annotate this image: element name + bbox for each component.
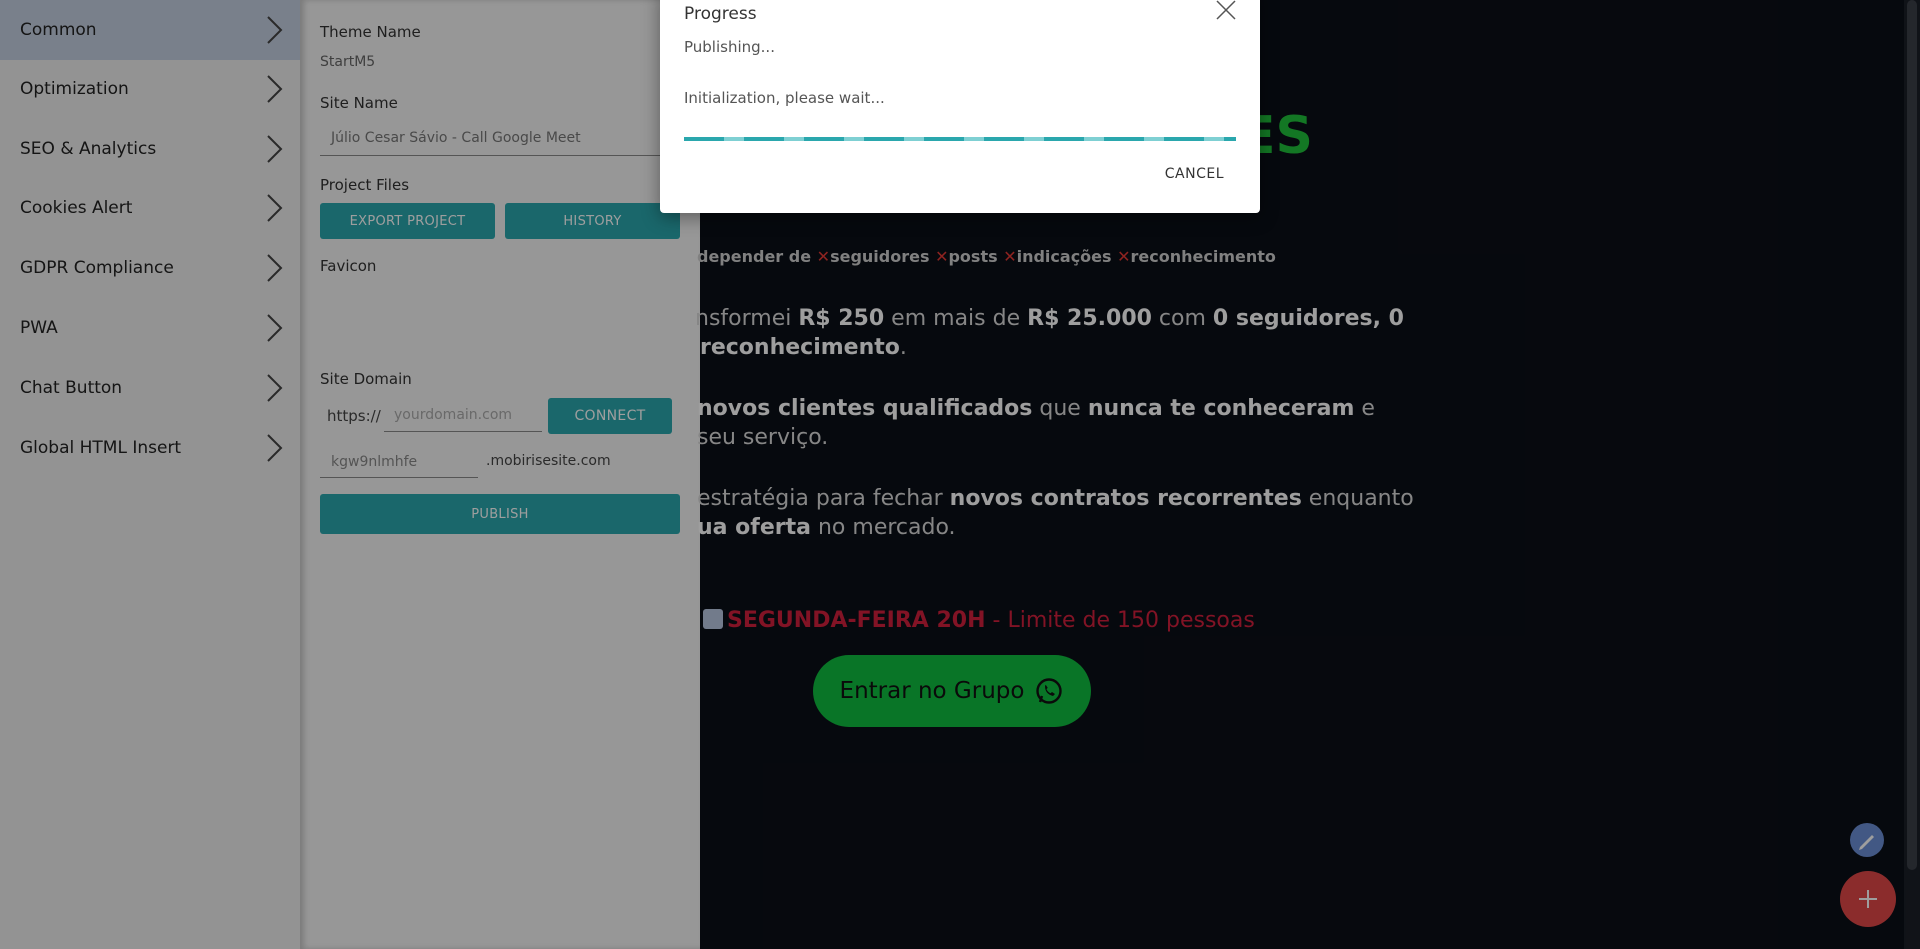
dialog-message: Initialization, please wait... (684, 89, 885, 107)
progress-bar (684, 137, 1236, 141)
progress-dialog: Progress Publishing... Initialization, p… (660, 0, 1260, 213)
progress-bar-fill (684, 137, 1236, 141)
dialog-title: Progress (684, 4, 757, 24)
cancel-button[interactable]: CANCEL (1165, 166, 1224, 182)
close-icon[interactable] (1214, 0, 1238, 22)
dialog-status: Publishing... (684, 38, 775, 56)
